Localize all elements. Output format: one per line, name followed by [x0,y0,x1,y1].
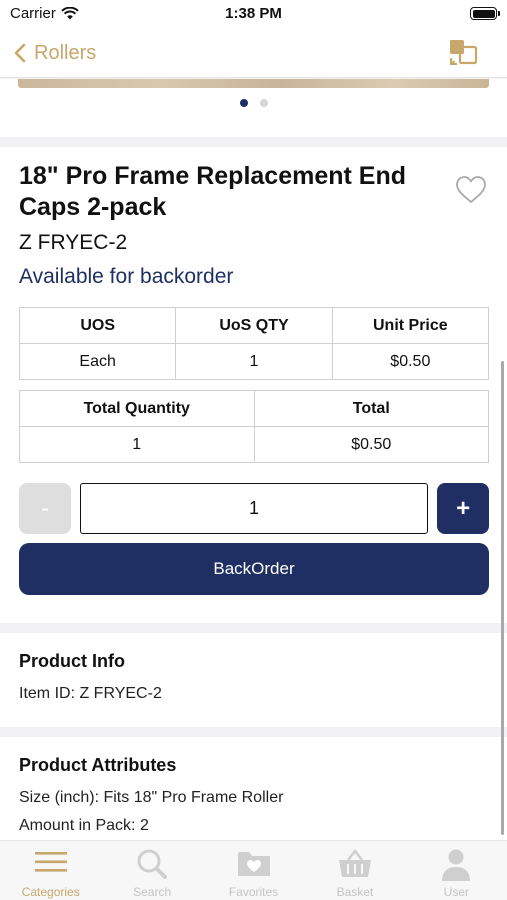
categories-icon [34,852,67,872]
table-row: 1 $0.50 [19,426,489,463]
increase-quantity-button[interactable]: + [437,483,490,534]
table-row: Each 1 $0.50 [18,343,490,380]
page-dot [259,99,268,107]
product-attributes-title: Product Attributes [19,755,177,775]
chevron-left-icon [14,43,26,63]
availability-status: Available for backorder [19,265,234,288]
back-button[interactable]: Rollers [14,38,96,68]
tab-label: Favorites [228,885,279,899]
tab-favorites[interactable]: Favorites [203,841,304,900]
product-attributes-section: Product Attributes Size (inch): Fits 18"… [0,737,507,840]
product-info-title: Product Info [19,651,125,671]
tab-user[interactable]: User [406,841,507,900]
product-card: 18" Pro Frame Replacement End Caps 2-pac… [0,147,507,623]
battery-icon [470,7,500,20]
favorites-folder-icon [237,852,270,876]
item-id: Item ID: Z FRYEC-2 [19,685,162,702]
tab-label: Basket [336,885,374,899]
heart-icon [456,176,486,204]
search-icon [137,849,168,879]
quantity-input[interactable]: 1 [79,483,429,534]
product-title: 18" Pro Frame Replacement End Caps 2-pac… [19,162,406,221]
product-detail-scroll[interactable]: 18" Pro Frame Replacement End Caps 2-pac… [0,79,507,840]
tab-categories[interactable]: Categories [0,841,101,900]
unit-of-sale-table: UOS UoS QTY Unit Price Each 1 $0.50 [18,307,490,380]
status-bar: Carrier 1:38 PM [0,0,507,28]
decrease-quantity-button[interactable]: - [19,483,71,534]
cell-total-quantity: 1 [19,426,255,463]
catalog-switch-icon [450,40,478,65]
attribute-pack-amount: Amount in Pack: 2 [19,817,149,834]
basket-icon [338,848,371,877]
cell-total: $0.50 [253,426,489,463]
product-image [18,79,489,88]
favorite-button[interactable] [455,175,487,205]
table-header-row: UOS UoS QTY Unit Price [18,307,490,344]
tab-label: Search [133,885,172,899]
image-gallery[interactable] [0,79,507,137]
page-dot-active [239,99,248,107]
totals-table: Total Quantity Total 1 $0.50 [19,390,489,463]
tab-basket[interactable]: Basket [304,841,405,900]
scrollbar[interactable] [501,361,504,835]
column-header-uos: UOS [18,307,177,344]
tab-search[interactable]: Search [101,841,202,900]
quantity-stepper: - 1 + [19,483,490,534]
table-header-row: Total Quantity Total [19,390,489,427]
tab-label: Categories [21,885,80,899]
column-header-unit-price: Unit Price [331,307,490,344]
product-info-section: Product Info Item ID: Z FRYEC-2 [0,633,507,727]
product-sku: Z FRYEC-2 [19,231,128,254]
attribute-size: Size (inch): Fits 18" Pro Frame Roller [19,789,284,806]
user-icon [442,849,471,881]
status-time: 1:38 PM [225,5,282,22]
back-button-label: Rollers [34,41,97,64]
catalog-switch-button[interactable] [447,38,479,68]
tab-label: User [443,885,469,899]
column-header-total-quantity: Total Quantity [19,390,255,427]
navigation-bar: Rollers [0,28,507,78]
column-header-total: Total [253,390,489,427]
tab-bar: Categories Search Favorites Basket User [0,840,507,900]
gallery-page-indicator [0,99,507,107]
cell-unit-price: $0.50 [331,343,490,380]
column-header-uos-qty: UoS QTY [175,307,333,344]
cell-uos-qty: 1 [175,343,333,380]
cell-uos: Each [18,343,177,380]
backorder-button[interactable]: BackOrder [19,543,489,595]
